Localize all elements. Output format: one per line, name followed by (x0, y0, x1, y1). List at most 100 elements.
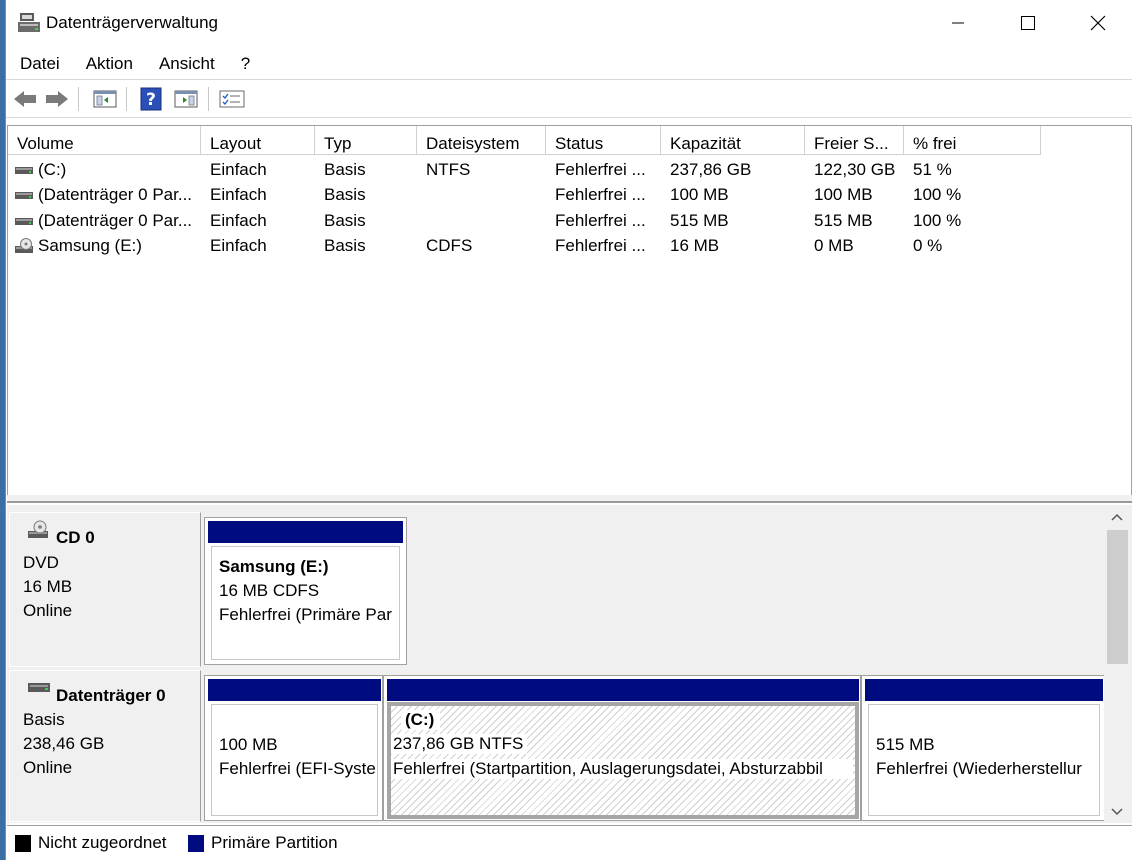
toolbar-separator (78, 87, 79, 111)
toolbar-divider (6, 117, 1132, 118)
legend-bar: Nicht zugeordnet Primäre Partition (7, 825, 1132, 860)
status-cell: Fehlerfrei ... (555, 236, 646, 256)
disk-management-window: Datenträgerverwaltung Datei Aktion Ansic… (5, 0, 1132, 860)
toolbar: ? (6, 81, 1132, 115)
layout-cell: Einfach (210, 159, 267, 179)
freier-speicher-cell: 515 MB (814, 210, 873, 230)
table-row[interactable]: (Datenträger 0 Par... Einfach Basis Fehl… (8, 183, 1131, 209)
show-hide-action-pane-button[interactable] (171, 85, 201, 113)
title-bar[interactable]: Datenträgerverwaltung (6, 0, 1132, 46)
volume-rows: (C:) Einfach Basis NTFS Fehlerfrei ... 2… (8, 157, 1131, 259)
column-header-volume[interactable]: Volume (8, 126, 201, 155)
console-tree-icon (93, 90, 117, 108)
help-icon: ? (140, 87, 162, 111)
chevron-down-icon (1111, 808, 1123, 816)
freier-speicher-cell: 122,30 GB (814, 159, 896, 179)
menu-aktion[interactable]: Aktion (72, 50, 145, 78)
partition-content: 100 MB Fehlerfrei (EFI-Syste (211, 704, 378, 816)
menu-bar: Datei Aktion Ansicht ? (6, 50, 1132, 78)
table-row[interactable]: (Datenträger 0 Par... Einfach Basis Fehl… (8, 208, 1131, 234)
volume-list[interactable]: Volume Layout Typ Dateisystem Status Kap… (7, 125, 1132, 495)
volume-name: (Datenträger 0 Par... (38, 185, 193, 205)
partition-samsung-e[interactable]: Samsung (E:) 16 MB CDFS Fehlerfrei (Prim… (204, 517, 407, 665)
volume-cell: (Datenträger 0 Par... (8, 211, 201, 231)
disk-view-scrollbar[interactable] (1104, 505, 1129, 823)
partition-recovery[interactable]: 515 MB Fehlerfrei (Wiederherstellur (861, 675, 1105, 821)
minimize-icon (952, 22, 964, 24)
disk-title: CD 0 (56, 528, 95, 547)
menu-help[interactable]: ? (227, 50, 262, 78)
forward-button[interactable] (42, 85, 72, 113)
partition-status: Fehlerfrei (Primäre Par (219, 605, 392, 624)
scroll-down-button[interactable] (1109, 805, 1125, 819)
volume-name: (C:) (38, 159, 67, 179)
column-header-dateisystem[interactable]: Dateisystem (417, 126, 546, 155)
window-title: Datenträgerverwaltung (46, 13, 218, 32)
status-cell: Fehlerfrei ... (555, 210, 646, 230)
status-cell: Fehlerfrei ... (555, 159, 646, 179)
header-divider (8, 154, 1041, 155)
table-row[interactable]: Samsung (E:) Einfach Basis CDFS Fehlerfr… (8, 234, 1131, 260)
minimize-button[interactable] (923, 0, 993, 46)
scroll-up-button[interactable] (1109, 510, 1125, 524)
disk-management-app-icon (18, 13, 40, 32)
legend-label: Primäre Partition (211, 833, 338, 852)
kapazitaet-cell: 100 MB (670, 185, 729, 205)
partition-name: (C:) (401, 710, 441, 730)
legend-unallocated: Nicht zugeordnet (15, 833, 167, 853)
layout-cell: Einfach (210, 185, 267, 205)
column-header-typ[interactable]: Typ (315, 126, 417, 155)
close-icon (1090, 15, 1106, 31)
volume-cell: (Datenträger 0 Par... (8, 185, 201, 205)
show-hide-console-tree-button[interactable] (90, 85, 120, 113)
layout-cell: Einfach (210, 236, 267, 256)
primary-partition-bar (208, 679, 381, 701)
column-header-freier-speicher[interactable]: Freier S... (805, 126, 904, 155)
drive-icon (28, 683, 50, 692)
primary-partition-bar (387, 679, 859, 701)
pane-splitter[interactable] (7, 495, 1132, 503)
status-cell: Fehlerfrei ... (555, 185, 646, 205)
legend-primary-partition: Primäre Partition (188, 833, 338, 853)
disk-label-datentraeger-0[interactable]: Datenträger 0 Basis 238,46 GB Online (9, 670, 201, 822)
drive-icon (15, 166, 33, 174)
partition-c[interactable]: (C:) 237,86 GB NTFS Fehlerfrei (Startpar… (383, 675, 861, 821)
maximize-icon (1021, 16, 1035, 30)
typ-cell: Basis (324, 159, 366, 179)
column-header-layout[interactable]: Layout (201, 126, 315, 155)
help-button[interactable]: ? (136, 85, 166, 113)
back-button[interactable] (10, 85, 40, 113)
disk-type: Basis (23, 710, 65, 729)
kapazitaet-cell: 237,86 GB (670, 159, 752, 179)
column-header-status[interactable]: Status (546, 126, 661, 155)
kapazitaet-cell: 515 MB (670, 210, 729, 230)
freier-speicher-cell: 100 MB (814, 185, 873, 205)
properties-button[interactable] (217, 85, 247, 113)
partition-detail: 100 MB (219, 735, 278, 754)
column-header-kapazitaet[interactable]: Kapazität (661, 126, 805, 155)
legend-label: Nicht zugeordnet (38, 833, 167, 852)
volume-name: Samsung (E:) (38, 236, 142, 256)
menu-ansicht[interactable]: Ansicht (145, 50, 227, 78)
disk-state: Online (23, 601, 73, 620)
disk-label-cd0[interactable]: CD 0 DVD 16 MB Online (9, 512, 201, 667)
toolbar-separator (208, 87, 209, 111)
partition-content: Samsung (E:) 16 MB CDFS Fehlerfrei (Prim… (211, 546, 400, 660)
table-row[interactable]: (C:) Einfach Basis NTFS Fehlerfrei ... 2… (8, 157, 1131, 183)
column-header-prozent-frei[interactable]: % frei (904, 126, 1041, 155)
prozent-frei-cell: 100 % (913, 210, 962, 230)
partition-content: 515 MB Fehlerfrei (Wiederherstellur (868, 704, 1100, 816)
dateisystem-cell: NTFS (426, 159, 471, 179)
drive-icon (15, 192, 33, 200)
partition-name: Samsung (E:) (219, 557, 329, 576)
primary-partition-bar (208, 521, 403, 543)
partition-status: Fehlerfrei (Wiederherstellur (876, 759, 1082, 778)
disk-type: DVD (23, 553, 59, 572)
menu-datei[interactable]: Datei (6, 50, 72, 78)
primary-partition-bar (865, 679, 1103, 701)
partition-efi[interactable]: 100 MB Fehlerfrei (EFI-Syste (204, 675, 383, 821)
maximize-button[interactable] (993, 0, 1063, 46)
volume-cell: Samsung (E:) (8, 236, 201, 256)
scroll-thumb[interactable] (1107, 530, 1128, 664)
close-button[interactable] (1063, 0, 1132, 46)
